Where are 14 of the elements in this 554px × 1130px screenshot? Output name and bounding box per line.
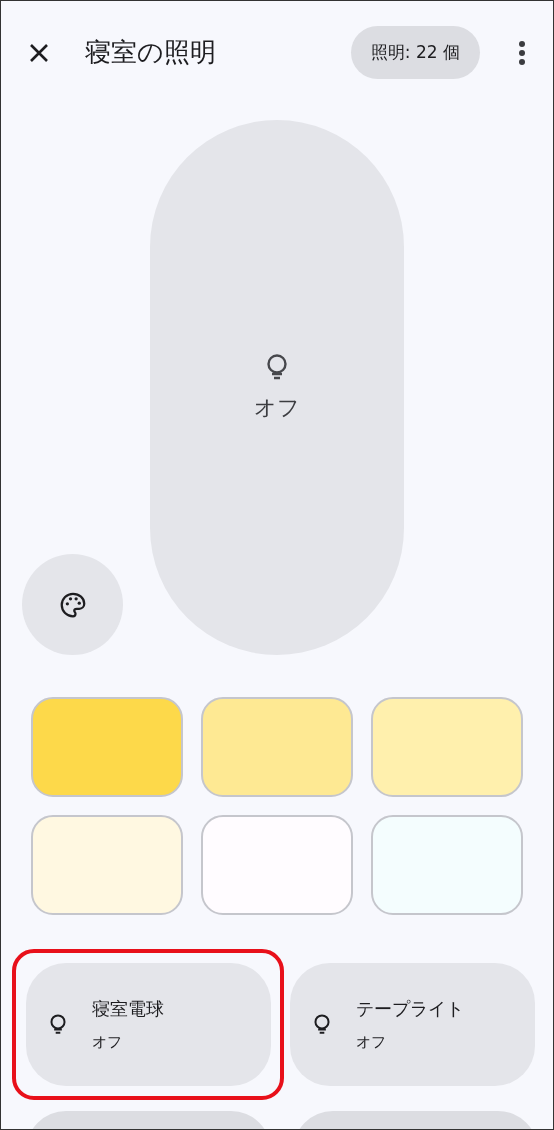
page-title: 寝室の照明 <box>85 36 217 69</box>
color-swatch[interactable] <box>31 697 183 797</box>
more-icon <box>518 39 526 66</box>
more-button[interactable] <box>518 39 526 66</box>
color-swatch[interactable] <box>31 815 183 915</box>
color-swatch[interactable] <box>371 815 523 915</box>
close-icon <box>28 41 50 64</box>
device-card[interactable]: 寝室電球 オフ <box>26 963 271 1086</box>
color-swatch[interactable] <box>371 697 523 797</box>
device-card[interactable]: テープライト オフ <box>290 963 535 1086</box>
color-swatch[interactable] <box>201 815 353 915</box>
color-swatch[interactable] <box>201 697 353 797</box>
light-toggle-button[interactable]: オフ <box>150 120 404 655</box>
count-chip[interactable]: 照明: 22 個 <box>350 26 480 79</box>
